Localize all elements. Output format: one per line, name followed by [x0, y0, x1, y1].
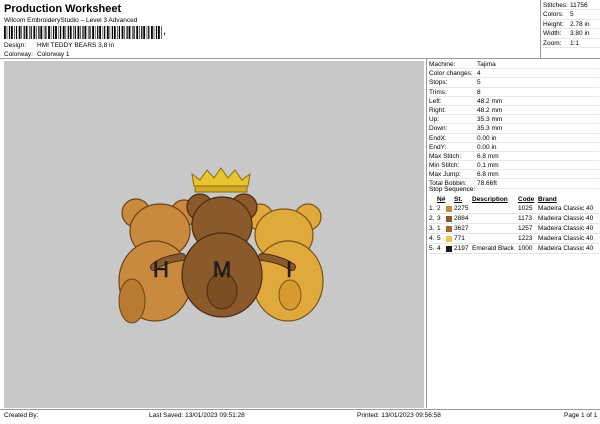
stop-sequence-table: N# St. Description Code Brand 1. 2 2275 … [429, 195, 599, 255]
footer-printed: Printed: 13/01/2023 09:56:58 [357, 412, 441, 419]
stat-colors: Colors: 5 [543, 10, 600, 20]
table-row: 2. 3 2884 1173 Madeira Classic 40 [429, 213, 599, 225]
table-row: 5. 4 2197 Emerald Black 1000 Madeira Cla… [429, 243, 599, 255]
header-brand: Brand [538, 196, 557, 204]
header-divider [0, 58, 600, 59]
colorway-value: Colorway 1 [37, 51, 70, 58]
color-swatch [446, 215, 452, 222]
machine-row: Machine: Tajima [429, 60, 599, 70]
stop-sequence-title: Stop Sequence: [429, 186, 476, 193]
table-row: 4. 5 771 1223 Madeira Classic 40 [429, 233, 599, 245]
endx-row: EndX: 0.00 in [429, 134, 599, 143]
colorway-label: Colorway: [4, 51, 33, 58]
barcode-mark: , [163, 25, 167, 37]
trims-row: Trims: 8 [429, 88, 599, 97]
table-row: 1. 2 2275 1025 Madeira Classic 40 [429, 204, 599, 215]
crown-icon [191, 167, 251, 193]
color-changes-row: Color changes: 4 [429, 69, 599, 79]
design-label: Design: [4, 42, 27, 49]
table-header: N# St. Description Code Brand [429, 195, 599, 204]
stat-zoom: Zoom: 1:1 [543, 39, 600, 48]
max-stitch-row: Max Stitch: 6.8 mm [429, 152, 599, 162]
worksheet-title: Production Worksheet [4, 3, 122, 15]
down-row: Down: 35.3 mm [429, 124, 599, 134]
endy-row: EndY: 0.00 in [429, 143, 599, 152]
footer-divider [0, 409, 600, 410]
up-row: Up: 35.3 mm [429, 115, 599, 125]
design-row: Design: HMI TEDDY BEARS 3,8 in [4, 42, 114, 49]
footer-page: Page 1 of 1 [564, 412, 598, 419]
design-preview: H M I [4, 61, 424, 408]
stat-height: Height: 2.78 in [543, 20, 600, 30]
barcode [4, 26, 162, 39]
footer-created-by: Created By: [4, 412, 39, 419]
header-code: Code [518, 196, 535, 204]
stats-panel: Stitches: 11756 Colors: 5 Height: 2.78 in W… [543, 1, 600, 48]
header-n: N# [437, 196, 446, 204]
letter-i: I [286, 257, 292, 282]
stats-divider [540, 0, 541, 58]
footer-last-saved: Last Saved: 13/01/2023 09:51:28 [149, 412, 245, 419]
left-row: Left: 48.2 mm [429, 97, 599, 106]
header-st: St. [454, 196, 463, 204]
panel-divider [426, 58, 427, 408]
right-row: Right: 48.2 mm [429, 106, 599, 116]
max-jump-row: Max Jump: 6.8 mm [429, 170, 599, 180]
colorway-row: Colorway: Colorway 1 [4, 51, 70, 58]
color-swatch [446, 225, 452, 232]
min-stitch-row: Min Stitch: 0.1 mm [429, 161, 599, 171]
stat-width: Width: 3.80 in [543, 29, 600, 39]
header-description: Description [472, 196, 508, 204]
color-swatch [446, 245, 452, 252]
machine-info: Machine: Tajima Color changes: 4 Stops: 5 T… [429, 60, 599, 189]
letter-h: H [153, 257, 169, 282]
stops-row: Stops: 5 [429, 78, 599, 88]
color-swatch [446, 235, 452, 242]
teddy-bears-artwork: H M I [118, 167, 324, 324]
design-value: HMI TEDDY BEARS 3,8 in [37, 42, 115, 49]
software-subtitle: Wilcom EmbroideryStudio – Level 3 Advanc… [4, 17, 138, 24]
table-row: 3. 1 3627 1257 Madeira Classic 40 [429, 223, 599, 235]
letter-m: M [213, 257, 231, 282]
color-swatch [446, 205, 452, 212]
stat-stitches: Stitches: 11756 [543, 1, 600, 11]
